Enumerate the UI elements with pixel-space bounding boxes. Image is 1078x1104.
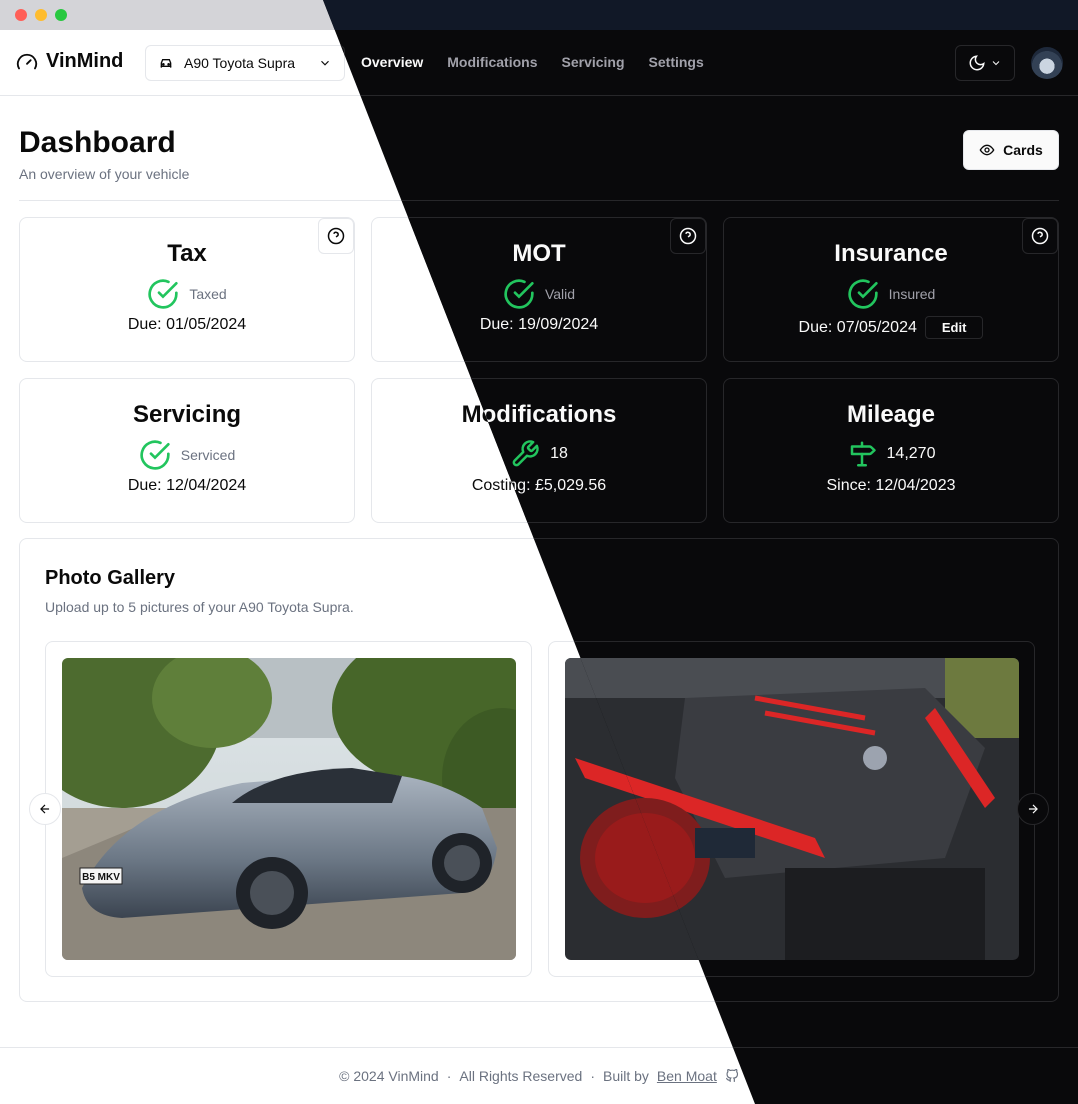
signpost-icon bbox=[850, 441, 876, 467]
insurance-status: Insured bbox=[724, 278, 1058, 310]
car-exterior-image: B5 MKV bbox=[62, 658, 516, 960]
footer-separator: · bbox=[590, 1068, 595, 1084]
insurance-status-label: Insured bbox=[888, 286, 936, 302]
modifications-count: 18 bbox=[550, 445, 568, 462]
chevron-down-icon bbox=[992, 61, 1000, 66]
car-photo[interactable]: B5 MKV bbox=[62, 658, 516, 960]
eye-icon bbox=[979, 144, 995, 156]
insurance-title: Insurance bbox=[834, 240, 948, 267]
gauge-icon bbox=[16, 53, 38, 69]
cards-button-label: Cards bbox=[1003, 142, 1043, 158]
arrow-right-icon bbox=[1028, 804, 1038, 814]
servicing-status-label: Serviced bbox=[180, 447, 236, 463]
cards-view-button[interactable]: Cards bbox=[963, 130, 1059, 170]
main-nav: Overview Modifications Servicing Setting… bbox=[361, 54, 704, 70]
mileage-value: 14,270 bbox=[886, 445, 936, 462]
nav-modifications[interactable]: Modifications bbox=[447, 54, 537, 70]
tax-card: Tax Taxed Due: 01/05/2024 bbox=[19, 217, 355, 362]
mileage-title: Mileage bbox=[846, 401, 936, 428]
check-circle-icon bbox=[148, 279, 178, 309]
footer-separator: · bbox=[446, 1068, 452, 1084]
servicing-due: Due: 12/04/2024 bbox=[127, 477, 247, 494]
minimize-window-button[interactable] bbox=[35, 9, 47, 21]
arrow-left-icon bbox=[40, 804, 50, 814]
license-plate: B5 MKV bbox=[82, 872, 120, 883]
page-subtitle: An overview of your vehicle bbox=[19, 166, 190, 182]
theme-toggle-button[interactable] bbox=[955, 45, 1015, 81]
page-title: Dashboard bbox=[19, 126, 176, 159]
gallery-photo-card: B5 MKV bbox=[45, 641, 532, 977]
footer-author-link[interactable]: Ben Moat bbox=[657, 1068, 717, 1084]
vehicle-select-value: A90 Toyota Supra bbox=[184, 55, 296, 71]
vehicle-select[interactable]: A90 Toyota Supra bbox=[145, 45, 345, 81]
insurance-edit-button[interactable]: Edit bbox=[924, 316, 984, 339]
github-icon[interactable] bbox=[725, 1069, 739, 1083]
chevron-down-icon bbox=[321, 60, 329, 66]
gallery-subtitle: Upload up to 5 pictures of your A90 Toyo… bbox=[45, 599, 354, 615]
user-avatar[interactable] bbox=[1031, 47, 1063, 79]
footer-rights: All Rights Reserved bbox=[459, 1068, 583, 1084]
gallery-title: Photo Gallery bbox=[45, 567, 176, 589]
tax-title: Tax bbox=[167, 240, 207, 267]
check-circle-icon bbox=[140, 440, 170, 470]
servicing-status: Serviced bbox=[20, 439, 354, 471]
car-icon bbox=[160, 59, 172, 68]
mileage-card: Mileage 14,270 Since: 12/04/2023 bbox=[723, 378, 1059, 523]
brand-logo[interactable]: VinMind bbox=[16, 50, 123, 73]
maximize-window-button[interactable] bbox=[55, 9, 67, 21]
check-circle-icon bbox=[504, 279, 534, 309]
mileage-value-row: 14,270 bbox=[724, 439, 1058, 469]
carousel-next-button[interactable] bbox=[1017, 793, 1049, 825]
tax-due: Due: 01/05/2024 bbox=[127, 316, 247, 333]
check-circle-icon bbox=[847, 279, 878, 309]
insurance-due: Due: 07/05/2024 bbox=[798, 318, 917, 336]
servicing-title: Servicing bbox=[132, 401, 242, 428]
tax-status: Taxed bbox=[20, 278, 354, 310]
close-window-button[interactable] bbox=[15, 9, 27, 21]
moon-icon bbox=[969, 55, 985, 71]
mileage-since: Since: 12/04/2023 bbox=[826, 477, 956, 494]
nav-servicing[interactable]: Servicing bbox=[562, 54, 625, 70]
brand-name: VinMind bbox=[46, 50, 124, 72]
mot-status-label: Valid bbox=[544, 286, 576, 302]
carousel-prev-button[interactable] bbox=[29, 793, 61, 825]
wrench-icon bbox=[512, 440, 539, 467]
insurance-due-row: Due: 07/05/2024 Edit bbox=[724, 316, 1058, 339]
footer-copyright: © 2024 VinMind bbox=[339, 1068, 439, 1084]
nav-settings[interactable]: Settings bbox=[649, 54, 704, 70]
tax-status-label: Taxed bbox=[189, 286, 227, 302]
footer-built-by: Built by bbox=[603, 1068, 649, 1084]
nav-overview[interactable]: Overview bbox=[361, 54, 423, 70]
insurance-card: Insurance Insured Due: 07/05/2024 Edit bbox=[723, 217, 1059, 362]
servicing-card: Servicing Serviced Due: 12/04/2024 bbox=[19, 378, 355, 523]
